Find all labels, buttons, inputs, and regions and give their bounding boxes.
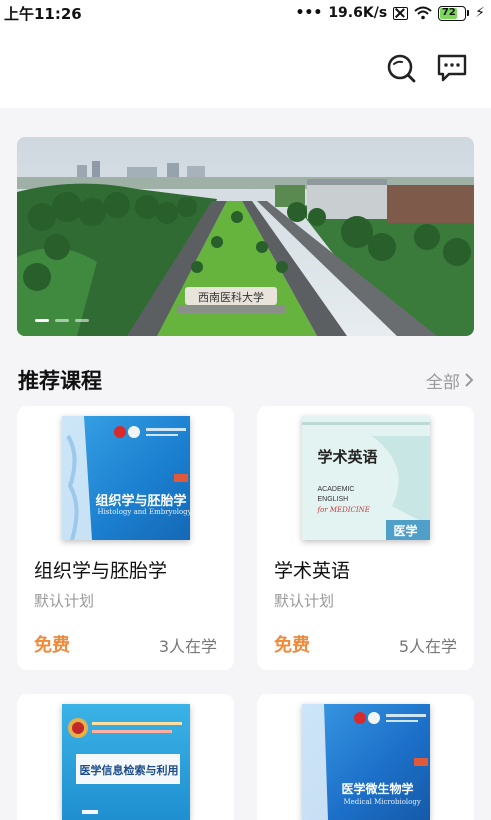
status-time: 上午11:26 — [4, 4, 82, 23]
course-card[interactable]: 医学信息检索与利用 — [17, 694, 234, 820]
network-speed: 19.6K/s — [328, 5, 388, 21]
banner-dot[interactable] — [35, 319, 49, 322]
course-title: 组织学与胚胎学 — [34, 560, 168, 582]
status-indicators: ••• 19.6K/s 72 ⚡ — [295, 5, 485, 21]
cover-line: for MEDICINE — [317, 506, 370, 514]
cover-title: 组织学与胚胎学 — [95, 494, 187, 509]
no-sim-icon — [393, 6, 409, 20]
course-price: 免费 — [34, 635, 70, 656]
course-cover: 学术英语 ACADEMIC ENGLISH for MEDICINE 医学 — [257, 406, 474, 540]
signal-dots-icon: ••• — [295, 5, 323, 21]
battery-level: 72 — [440, 6, 458, 19]
message-icon — [437, 54, 467, 82]
cover-line: ENGLISH — [317, 496, 349, 503]
status-bar: 上午11:26 ••• 19.6K/s 72 ⚡ — [0, 0, 491, 26]
cover-tag: 医学 — [393, 524, 418, 538]
recommended-section-header: 推荐课程 全部 — [18, 363, 474, 397]
top-header — [0, 26, 491, 108]
learner-count: 3人在学 — [158, 637, 217, 656]
book-cover-image: 医学信息检索与利用 — [61, 704, 190, 820]
cover-subtitle: Histology and Embryology — [97, 508, 190, 516]
course-cover: 组织学与胚胎学 Histology and Embryology — [17, 406, 234, 540]
course-card[interactable]: 医学微生物学 Medical Microbiology — [257, 694, 474, 820]
campus-photo: 西南医科大学 — [17, 137, 474, 336]
banner-dot[interactable] — [75, 319, 89, 322]
banner-dot[interactable] — [55, 319, 69, 322]
book-cover-image: 学术英语 ACADEMIC ENGLISH for MEDICINE 医学 — [301, 416, 430, 540]
cover-title: 医学信息检索与利用 — [79, 764, 179, 777]
search-button[interactable] — [384, 52, 418, 84]
section-title: 推荐课程 — [18, 369, 102, 393]
battery-icon: 72 — [438, 5, 470, 21]
course-cover: 医学信息检索与利用 — [17, 694, 234, 820]
cover-subtitle: Medical Microbiology — [343, 798, 421, 806]
learner-count: 5人在学 — [398, 637, 457, 656]
course-cover: 医学微生物学 Medical Microbiology — [257, 694, 474, 820]
search-icon — [387, 54, 416, 83]
cover-title: 学术英语 — [317, 448, 378, 466]
wifi-icon — [414, 6, 432, 20]
charging-icon: ⚡ — [475, 5, 485, 21]
course-plan: 默认计划 — [34, 592, 95, 610]
cover-title: 医学微生物学 — [341, 782, 414, 796]
course-price: 免费 — [274, 635, 310, 656]
message-button[interactable] — [435, 52, 469, 84]
course-card[interactable]: 学术英语 ACADEMIC ENGLISH for MEDICINE 医学 学术… — [257, 406, 474, 670]
course-plan: 默认计划 — [274, 592, 335, 610]
cover-line: ACADEMIC — [317, 486, 355, 493]
banner-pagination — [35, 319, 89, 322]
campus-sign-text: 西南医科大学 — [198, 290, 264, 304]
course-title: 学术英语 — [274, 560, 351, 582]
campus-banner[interactable]: 西南医科大学 — [17, 137, 474, 336]
see-all-label: 全部 — [426, 372, 460, 393]
see-all-link[interactable]: 全部 — [426, 368, 474, 393]
chevron-right-icon — [465, 373, 474, 387]
book-cover-image: 组织学与胚胎学 Histology and Embryology — [61, 416, 190, 540]
book-cover-image: 医学微生物学 Medical Microbiology — [301, 704, 430, 820]
course-card[interactable]: 组织学与胚胎学 Histology and Embryology 组织学与胚胎学… — [17, 406, 234, 670]
